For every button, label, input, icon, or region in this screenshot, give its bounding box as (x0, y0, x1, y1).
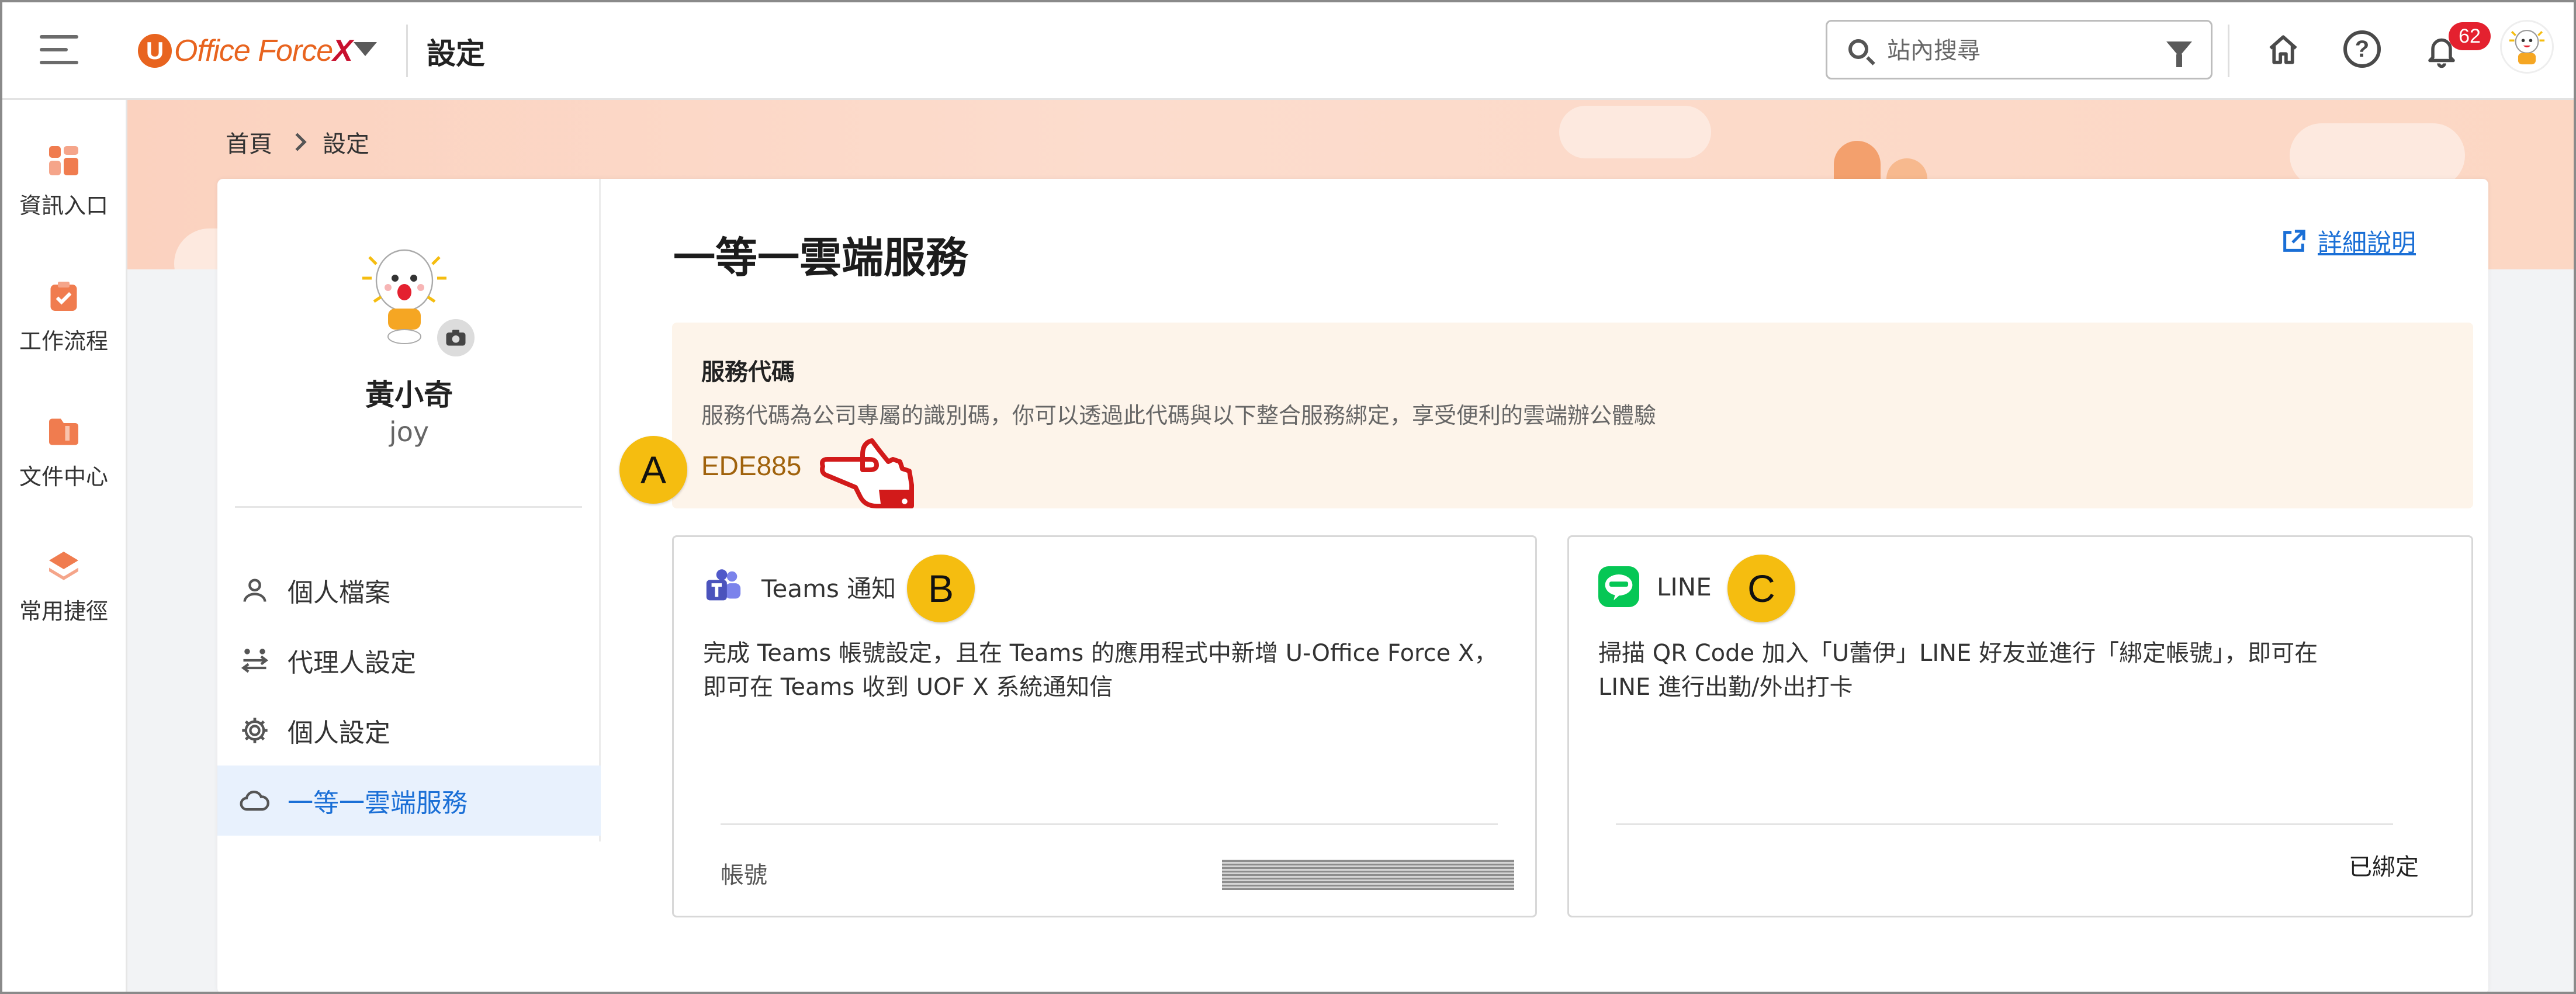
line-logo-icon (1598, 566, 1639, 607)
breadcrumb-current: 設定 (323, 131, 369, 158)
header-divider-right (2228, 25, 2229, 77)
rail-label: 文件中心 (19, 464, 108, 490)
clipboard-check-icon (50, 282, 77, 311)
service-code-description: 服務代碼為公司專屬的識別碼，你可以透過此代碼與以下整合服務綁定，享受便利的雲端辦… (701, 403, 1657, 428)
teams-description-line: 即可在 Teams 收到 UOF X 系統通知信 (703, 674, 1113, 701)
service-code-title: 服務代碼 (701, 359, 795, 386)
detail-link-label: 詳細說明 (2318, 228, 2416, 257)
site-search (1826, 20, 2213, 79)
annotation-marker-b: B (907, 555, 975, 622)
profile-name: 黃小奇 (365, 378, 453, 412)
person-icon (243, 579, 266, 602)
line-service-description: 掃描 QR Code 加入「U蕾伊」LINE 好友並進行「綁定帳號」，即可在 L… (1598, 636, 2416, 704)
settings-nav-delegate[interactable]: 代理人設定 (217, 625, 601, 695)
notification-badge: 62 (2449, 22, 2491, 50)
swap-users-icon (241, 649, 269, 673)
teams-account-value-redacted (1222, 860, 1514, 890)
dashboard-icon (49, 146, 78, 175)
settings-nav-personal[interactable]: 個人設定 (217, 695, 601, 766)
banner-cloud (2290, 123, 2465, 188)
rail-item-documents[interactable]: 文件中心 (0, 414, 127, 491)
content-title: 一等一雲端服務 (673, 233, 968, 282)
line-service-name: LINE (1657, 572, 1712, 601)
teams-logo-icon (706, 569, 741, 601)
profile-panel: 黃小奇 joy 個人檔案 代理人設定 個人設定 一等一雲端服務 (217, 179, 601, 841)
settings-nav-label: 代理人設定 (288, 648, 416, 678)
brand-logo[interactable]: U Office ForceX (138, 30, 353, 71)
annotation-marker-a: A (619, 436, 687, 504)
teams-description-line: 完成 Teams 帳號設定，且在 Teams 的應用程式中新增 U-Office… (703, 640, 1498, 667)
user-avatar[interactable] (2500, 20, 2554, 74)
search-input[interactable] (1887, 34, 2138, 67)
line-service-card[interactable]: LINE 掃描 QR Code 加入「U蕾伊」LINE 好友並進行「綁定帳號」，… (1567, 535, 2473, 917)
search-icon (1848, 39, 1868, 59)
rail-item-workflow[interactable]: 工作流程 (0, 279, 127, 355)
teams-service-header: Teams 通知 (703, 566, 896, 607)
teams-service-description: 完成 Teams 帳號設定，且在 Teams 的應用程式中新增 U-Office… (703, 636, 1521, 704)
teams-card-divider (721, 823, 1498, 825)
settings-card: 黃小奇 joy 個人檔案 代理人設定 個人設定 一等一雲端服務 一等一雲端服務 … (217, 179, 2488, 994)
line-card-divider (1616, 823, 2393, 825)
line-description-line: 掃描 QR Code 加入「U蕾伊」LINE 好友並進行「綁定帳號」，即可在 (1598, 640, 2318, 667)
banner-cloud (1559, 106, 1711, 158)
rail-label: 工作流程 (19, 328, 108, 354)
settings-nav-label: 個人設定 (288, 718, 390, 748)
top-bar: U Office ForceX 設定 ? 62 (0, 0, 2576, 100)
rail-item-shortcuts[interactable]: 常用捷徑 (0, 549, 127, 625)
external-link-icon (2283, 229, 2305, 252)
breadcrumb-home[interactable]: 首頁 (226, 125, 272, 159)
filter-icon[interactable] (2166, 41, 2192, 67)
settings-nav-cloud-service[interactable]: 一等一雲端服務 (217, 766, 601, 836)
service-code-panel: 服務代碼 服務代碼為公司專屬的識別碼，你可以透過此代碼與以下整合服務綁定，享受便… (672, 323, 2473, 508)
line-service-header: LINE (1598, 566, 1712, 607)
app-rail: 資訊入口 工作流程 文件中心 常用捷徑 (0, 100, 127, 994)
hamburger-menu-icon[interactable] (40, 35, 78, 64)
app-switcher-caret-icon[interactable] (354, 42, 377, 56)
cloud-icon (240, 791, 269, 811)
teams-service-name: Teams 通知 (761, 574, 896, 603)
brand-name: Office ForceX (174, 33, 353, 68)
help-icon[interactable]: ? (2343, 30, 2381, 68)
profile-divider (235, 506, 582, 508)
gear-icon (242, 718, 268, 743)
breadcrumb: 首頁 設定 (226, 125, 369, 159)
rail-item-portal[interactable]: 資訊入口 (0, 143, 127, 220)
settings-nav-label: 個人檔案 (288, 578, 390, 608)
teams-account-label: 帳號 (721, 862, 767, 889)
settings-nav-profile[interactable]: 個人檔案 (217, 555, 601, 625)
brand-main-text: Office Force (174, 34, 333, 68)
profile-account: joy (389, 416, 430, 448)
header-divider (406, 25, 408, 77)
page-title: 設定 (427, 37, 485, 71)
line-description-line: LINE 進行出勤/外出打卡 (1598, 674, 1853, 701)
line-binding-status: 已綁定 (2349, 854, 2419, 881)
detail-link[interactable]: 詳細說明 (2280, 223, 2416, 259)
folder-icon (49, 418, 78, 445)
home-icon[interactable] (2266, 33, 2300, 67)
layers-icon (49, 552, 78, 580)
brand-initial: U (138, 34, 172, 68)
service-code-value[interactable]: EDE885 (701, 450, 801, 482)
annotation-marker-c: C (1727, 555, 1795, 622)
chevron-right-icon (288, 133, 307, 151)
settings-nav-label: 一等一雲端服務 (288, 788, 468, 818)
camera-icon[interactable] (437, 319, 475, 356)
brand-x-text: X (333, 34, 353, 68)
pointing-hand-icon (820, 438, 914, 508)
rail-label: 資訊入口 (19, 193, 108, 219)
teams-service-card[interactable]: Teams 通知 完成 Teams 帳號設定，且在 Teams 的應用程式中新增… (672, 535, 1537, 917)
rail-label: 常用捷徑 (19, 598, 108, 624)
